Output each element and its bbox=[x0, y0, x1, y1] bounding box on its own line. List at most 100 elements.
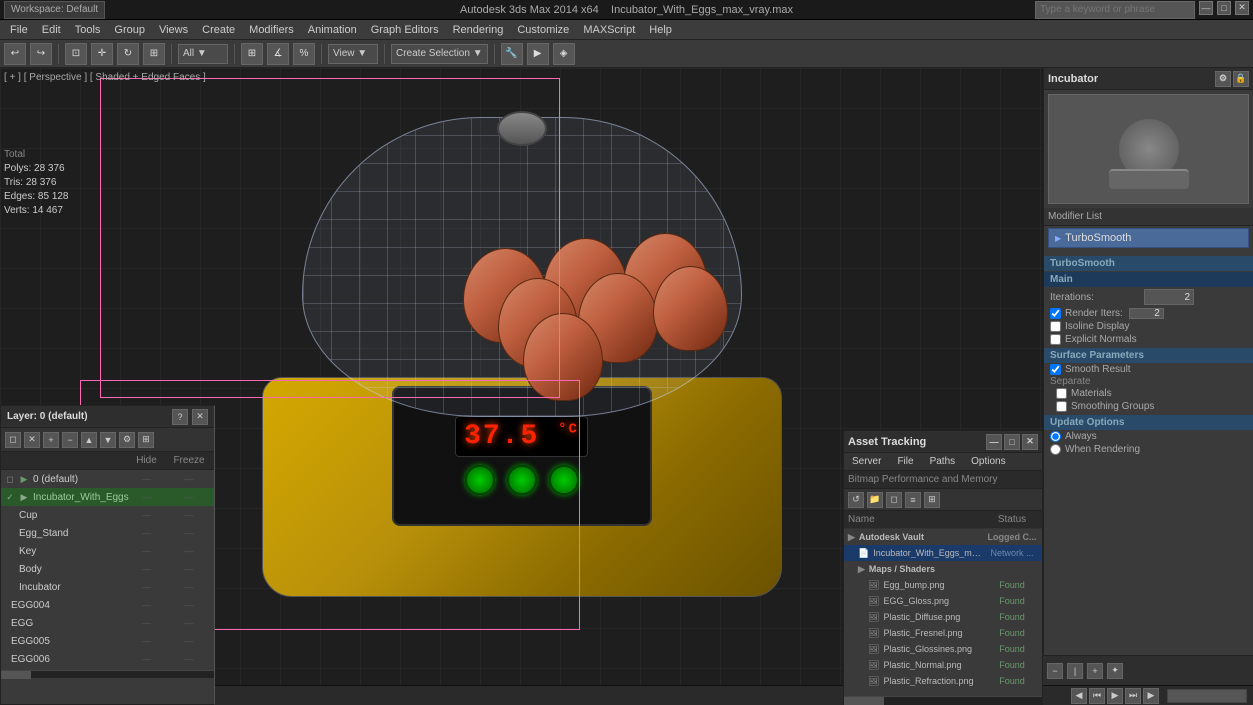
asset-plastic-diffuse[interactable]: 🖼 Plastic_Diffuse.png Found bbox=[844, 609, 1042, 625]
menu-views[interactable]: Views bbox=[153, 22, 194, 38]
rotate-button[interactable]: ↻ bbox=[117, 43, 139, 65]
status-btn-4[interactable]: ⏭ bbox=[1125, 688, 1141, 704]
menu-file[interactable]: File bbox=[4, 22, 34, 38]
create-selection-dropdown[interactable]: Create Selection ▼ bbox=[391, 44, 488, 64]
layer-body[interactable]: Body — — bbox=[1, 560, 214, 578]
menu-rendering[interactable]: Rendering bbox=[447, 22, 510, 38]
layer-egg006[interactable]: EGG006 — — bbox=[1, 650, 214, 668]
redo-button[interactable]: ↪ bbox=[30, 43, 52, 65]
close-button[interactable]: ✕ bbox=[1235, 1, 1249, 15]
asset-incubator-file[interactable]: 📄 Incubator_With_Eggs_max_vray.max Netwo… bbox=[844, 545, 1042, 561]
status-btn-5[interactable]: ▶ bbox=[1143, 688, 1159, 704]
menu-group[interactable]: Group bbox=[108, 22, 151, 38]
asset-plastic-refraction[interactable]: 🖼 Plastic_Refraction.png Found bbox=[844, 673, 1042, 689]
asset-minimize-btn[interactable]: — bbox=[986, 434, 1002, 450]
asset-reload-btn[interactable]: ↺ bbox=[848, 492, 864, 508]
materials-check[interactable] bbox=[1056, 388, 1067, 399]
menu-modifiers[interactable]: Modifiers bbox=[243, 22, 300, 38]
when-rendering-radio[interactable] bbox=[1050, 444, 1061, 455]
asset-grid-btn[interactable]: ⊞ bbox=[924, 492, 940, 508]
timeline-input[interactable] bbox=[1167, 689, 1247, 703]
layers-move-up-btn[interactable]: ▲ bbox=[81, 432, 97, 448]
layer-0-default[interactable]: ◻ ▶ 0 (default) — — bbox=[1, 470, 214, 488]
menu-animation[interactable]: Animation bbox=[302, 22, 363, 38]
status-btn-1[interactable]: ◀ bbox=[1071, 688, 1087, 704]
status-btn-3[interactable]: ▶ bbox=[1107, 688, 1123, 704]
layers-close-button[interactable]: ✕ bbox=[192, 409, 208, 425]
menu-help[interactable]: Help bbox=[643, 22, 678, 38]
panel-lock-btn[interactable]: 🔒 bbox=[1233, 71, 1249, 87]
undo-button[interactable]: ↩ bbox=[4, 43, 26, 65]
layers-add-btn[interactable]: + bbox=[43, 432, 59, 448]
explicit-normals-check[interactable] bbox=[1050, 334, 1061, 345]
asset-plastic-normal[interactable]: 🖼 Plastic_Normal.png Found bbox=[844, 657, 1042, 673]
modifier-turbosmoothh[interactable]: TurboSmooth bbox=[1048, 228, 1249, 248]
percent-snap-button[interactable]: % bbox=[293, 43, 315, 65]
status-btn-2[interactable]: ⏮ bbox=[1089, 688, 1105, 704]
layer-egg[interactable]: EGG — — bbox=[1, 614, 214, 632]
asset-close-btn[interactable]: ✕ bbox=[1022, 434, 1038, 450]
workspace-dropdown[interactable]: Workspace: Default bbox=[4, 1, 105, 19]
layer-incubator-sub[interactable]: Incubator — — bbox=[1, 578, 214, 596]
asset-menu-server[interactable]: Server bbox=[848, 456, 885, 467]
render-iters-check[interactable] bbox=[1050, 308, 1061, 319]
scale-button[interactable]: ⊞ bbox=[143, 43, 165, 65]
layers-new-btn[interactable]: ◻ bbox=[5, 432, 21, 448]
angle-snap-button[interactable]: ∡ bbox=[267, 43, 289, 65]
panel-icon-btn[interactable]: ⚙ bbox=[1215, 71, 1231, 87]
asset-menu-file[interactable]: File bbox=[893, 456, 917, 467]
layer-egg004[interactable]: EGG004 — — bbox=[1, 596, 214, 614]
bottom-btn-1[interactable]: − bbox=[1047, 663, 1063, 679]
layers-settings-btn[interactable]: ⚙ bbox=[119, 432, 135, 448]
all-dropdown[interactable]: All ▼ bbox=[178, 44, 228, 64]
asset-autodesk-vault[interactable]: ▶ Autodesk Vault Logged C... bbox=[844, 529, 1042, 545]
menu-tools[interactable]: Tools bbox=[69, 22, 107, 38]
layers-remove-btn[interactable]: − bbox=[62, 432, 78, 448]
layers-help-button[interactable]: ? bbox=[172, 409, 188, 425]
asset-scrollbar[interactable] bbox=[844, 696, 1042, 704]
asset-list-btn[interactable]: ≡ bbox=[905, 492, 921, 508]
asset-plastic-glossines[interactable]: 🖼 Plastic_Glossines.png Found bbox=[844, 641, 1042, 657]
always-radio[interactable] bbox=[1050, 431, 1061, 442]
menu-edit[interactable]: Edit bbox=[36, 22, 67, 38]
layers-delete-btn[interactable]: ✕ bbox=[24, 432, 40, 448]
bottom-btn-4[interactable]: ✦ bbox=[1107, 663, 1123, 679]
maximize-button[interactable]: □ bbox=[1217, 1, 1231, 15]
asset-locate-btn[interactable]: 📁 bbox=[867, 492, 883, 508]
layer-cup[interactable]: Cup — — bbox=[1, 506, 214, 524]
layer-egg005[interactable]: EGG005 — — bbox=[1, 632, 214, 650]
select-button[interactable]: ⊡ bbox=[65, 43, 87, 65]
layer-incubator[interactable]: ✓ ▶ Incubator_With_Eggs — — bbox=[1, 488, 214, 506]
smooth-result-check[interactable] bbox=[1050, 364, 1061, 375]
layer-key[interactable]: Key — — bbox=[1, 542, 214, 560]
menu-maxscript[interactable]: MAXScript bbox=[577, 22, 641, 38]
asset-egg-gloss[interactable]: 🖼 EGG_Gloss.png Found bbox=[844, 593, 1042, 609]
isoline-check[interactable] bbox=[1050, 321, 1061, 332]
asset-menu-options[interactable]: Options bbox=[967, 456, 1009, 467]
asset-egg-bump[interactable]: 🖼 Egg_bump.png Found bbox=[844, 577, 1042, 593]
minimize-button[interactable]: — bbox=[1199, 1, 1213, 15]
asset-maps-shaders[interactable]: ▶ Maps / Shaders bbox=[844, 561, 1042, 577]
menu-graph-editors[interactable]: Graph Editors bbox=[365, 22, 445, 38]
render-button[interactable]: ▶ bbox=[527, 43, 549, 65]
menu-create[interactable]: Create bbox=[196, 22, 241, 38]
iterations-input[interactable]: 2 bbox=[1144, 289, 1194, 305]
render-setup-button[interactable]: 🔧 bbox=[501, 43, 523, 65]
material-editor-button[interactable]: ◈ bbox=[553, 43, 575, 65]
layers-scrollbar[interactable] bbox=[1, 670, 214, 678]
snap-button[interactable]: ⊞ bbox=[241, 43, 263, 65]
search-input[interactable] bbox=[1035, 1, 1195, 19]
layers-scroll-thumb[interactable] bbox=[1, 671, 31, 679]
view-dropdown[interactable]: View ▼ bbox=[328, 44, 378, 64]
asset-menu-paths[interactable]: Paths bbox=[926, 456, 960, 467]
menu-customize[interactable]: Customize bbox=[511, 22, 575, 38]
asset-plastic-fresnel[interactable]: 🖼 Plastic_Fresnel.png Found bbox=[844, 625, 1042, 641]
render-iters-input[interactable] bbox=[1129, 308, 1164, 319]
layers-move-down-btn[interactable]: ▼ bbox=[100, 432, 116, 448]
layer-egg-stand[interactable]: Egg_Stand — — bbox=[1, 524, 214, 542]
asset-maximize-btn[interactable]: □ bbox=[1004, 434, 1020, 450]
bottom-btn-2[interactable]: | bbox=[1067, 663, 1083, 679]
asset-scroll-thumb[interactable] bbox=[844, 697, 884, 705]
smoothing-groups-check[interactable] bbox=[1056, 401, 1067, 412]
layers-expand-btn[interactable]: ⊞ bbox=[138, 432, 154, 448]
